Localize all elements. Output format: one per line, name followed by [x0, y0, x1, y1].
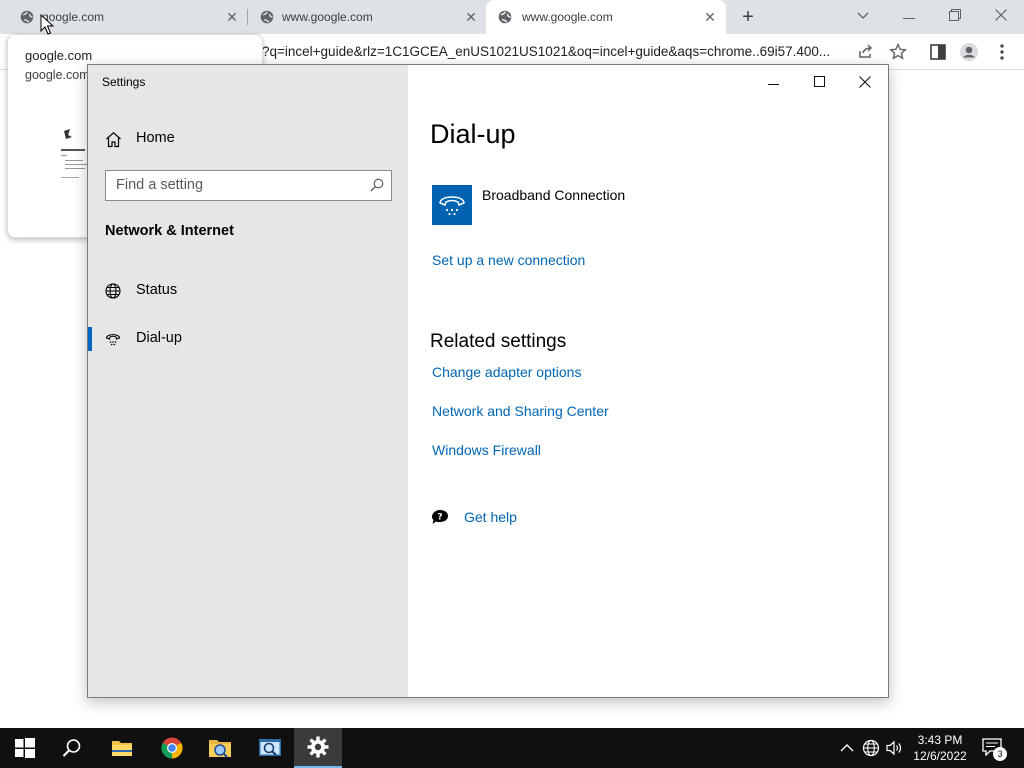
action-center-button[interactable]: 3	[982, 738, 1007, 761]
browser-tabstrip: google.com ✕ www.google.com ✕ www.google…	[0, 0, 1024, 34]
connection-tile	[432, 185, 472, 225]
globe-icon	[105, 283, 121, 299]
clock-date: 12/6/2022	[913, 749, 967, 763]
close-tab-icon[interactable]: ✕	[463, 9, 479, 25]
search-icon	[62, 739, 81, 757]
settings-window-title: Settings	[102, 75, 146, 89]
notification-count-badge: 3	[993, 747, 1007, 761]
tab-search-chevron-icon[interactable]	[851, 4, 875, 26]
get-help-label: Get help	[464, 509, 517, 525]
taskbar-search-button[interactable]	[48, 728, 96, 768]
sidebar-item-status[interactable]: Status	[88, 273, 408, 309]
sidebar-item-label: Status	[136, 282, 178, 298]
hover-card-title: google.com	[25, 48, 93, 63]
address-bar-url[interactable]: ?q=incel+guide&rlz=1C1GCEA_enUS1021US102…	[262, 44, 848, 59]
chrome-icon	[161, 737, 183, 759]
clock-time: 3:43 PM	[917, 733, 963, 747]
browser-menu-icon[interactable]	[992, 42, 1012, 62]
selection-indicator	[88, 327, 92, 351]
folder-icon	[112, 741, 132, 756]
mouse-cursor-icon	[40, 14, 54, 35]
share-icon[interactable]	[856, 42, 876, 62]
browser-tab-1[interactable]: google.com ✕	[0, 0, 246, 34]
browser-restore-button[interactable]	[943, 4, 967, 26]
taskbar-app-explorer-search[interactable]	[196, 728, 244, 768]
globe-icon	[260, 10, 274, 24]
volume-icon[interactable]	[884, 738, 904, 758]
browser-tab-3-active[interactable]: www.google.com ✕	[486, 0, 726, 34]
get-help-link[interactable]: ? Get help	[430, 507, 630, 529]
gear-icon	[307, 736, 329, 758]
section-heading: Network & Internet	[105, 223, 234, 239]
sidebar-item-label: Dial-up	[136, 330, 182, 346]
profile-avatar-icon[interactable]	[959, 42, 979, 62]
taskbar-clock[interactable]: 3:43 PM 12/6/2022	[912, 732, 968, 764]
taskbar-chrome[interactable]	[148, 728, 196, 768]
taskbar-app-magnifier[interactable]	[246, 728, 294, 768]
connection-name: Broadband Connection	[482, 187, 626, 203]
related-settings-heading: Related settings	[430, 331, 567, 352]
sidebar-item-label: Home	[136, 130, 175, 146]
svg-text:?: ?	[437, 513, 442, 523]
browser-tab-2[interactable]: www.google.com ✕	[240, 0, 486, 34]
dialup-icon	[105, 334, 121, 346]
settings-sidebar: Settings Home Network & Internet Status …	[88, 65, 408, 697]
taskbar: 3:43 PM 12/6/2022 3	[0, 728, 1024, 768]
taskbar-settings[interactable]	[294, 728, 342, 768]
tab-title: www.google.com	[522, 10, 613, 24]
close-tab-icon[interactable]: ✕	[224, 9, 240, 25]
dialup-icon	[439, 196, 465, 216]
network-sharing-center-link[interactable]: Network and Sharing Center	[432, 403, 609, 419]
setup-new-connection-link[interactable]: Set up a new connection	[432, 252, 585, 268]
find-setting-search	[105, 170, 392, 201]
page-title: Dial-up	[430, 119, 516, 149]
network-globe-icon[interactable]	[861, 738, 881, 758]
search-icon[interactable]	[370, 178, 384, 192]
show-hidden-icons-chevron-icon[interactable]	[837, 738, 857, 758]
globe-icon	[498, 10, 512, 24]
help-chat-icon: ?	[432, 510, 448, 524]
side-panel-icon[interactable]	[928, 42, 948, 62]
settings-window: Settings Home Network & Internet Status …	[87, 64, 889, 698]
windows-logo-icon	[15, 738, 35, 758]
home-icon	[106, 131, 121, 148]
settings-content: Dial-up Broadband Connection Set up a ne…	[408, 65, 888, 697]
change-adapter-options-link[interactable]: Change adapter options	[432, 364, 581, 380]
connection-entry[interactable]: Broadband Connection	[432, 185, 732, 225]
browser-minimize-button[interactable]	[897, 4, 921, 26]
sidebar-item-home[interactable]: Home	[105, 127, 305, 151]
search-input[interactable]	[116, 176, 356, 194]
bookmark-star-icon[interactable]	[888, 42, 908, 62]
new-tab-button[interactable]: +	[738, 7, 758, 27]
start-button[interactable]	[0, 728, 48, 768]
windows-firewall-link[interactable]: Windows Firewall	[432, 442, 541, 458]
browser-close-button[interactable]	[989, 4, 1013, 26]
folder-search-icon	[209, 740, 231, 758]
sidebar-item-dial-up[interactable]: Dial-up	[88, 321, 408, 357]
close-tab-icon[interactable]: ✕	[702, 9, 718, 25]
globe-icon	[20, 10, 34, 24]
magnifier-window-icon	[259, 739, 281, 756]
taskbar-file-explorer[interactable]	[98, 728, 146, 768]
tab-title: www.google.com	[282, 10, 373, 24]
hover-card-domain: google.com	[25, 68, 90, 82]
